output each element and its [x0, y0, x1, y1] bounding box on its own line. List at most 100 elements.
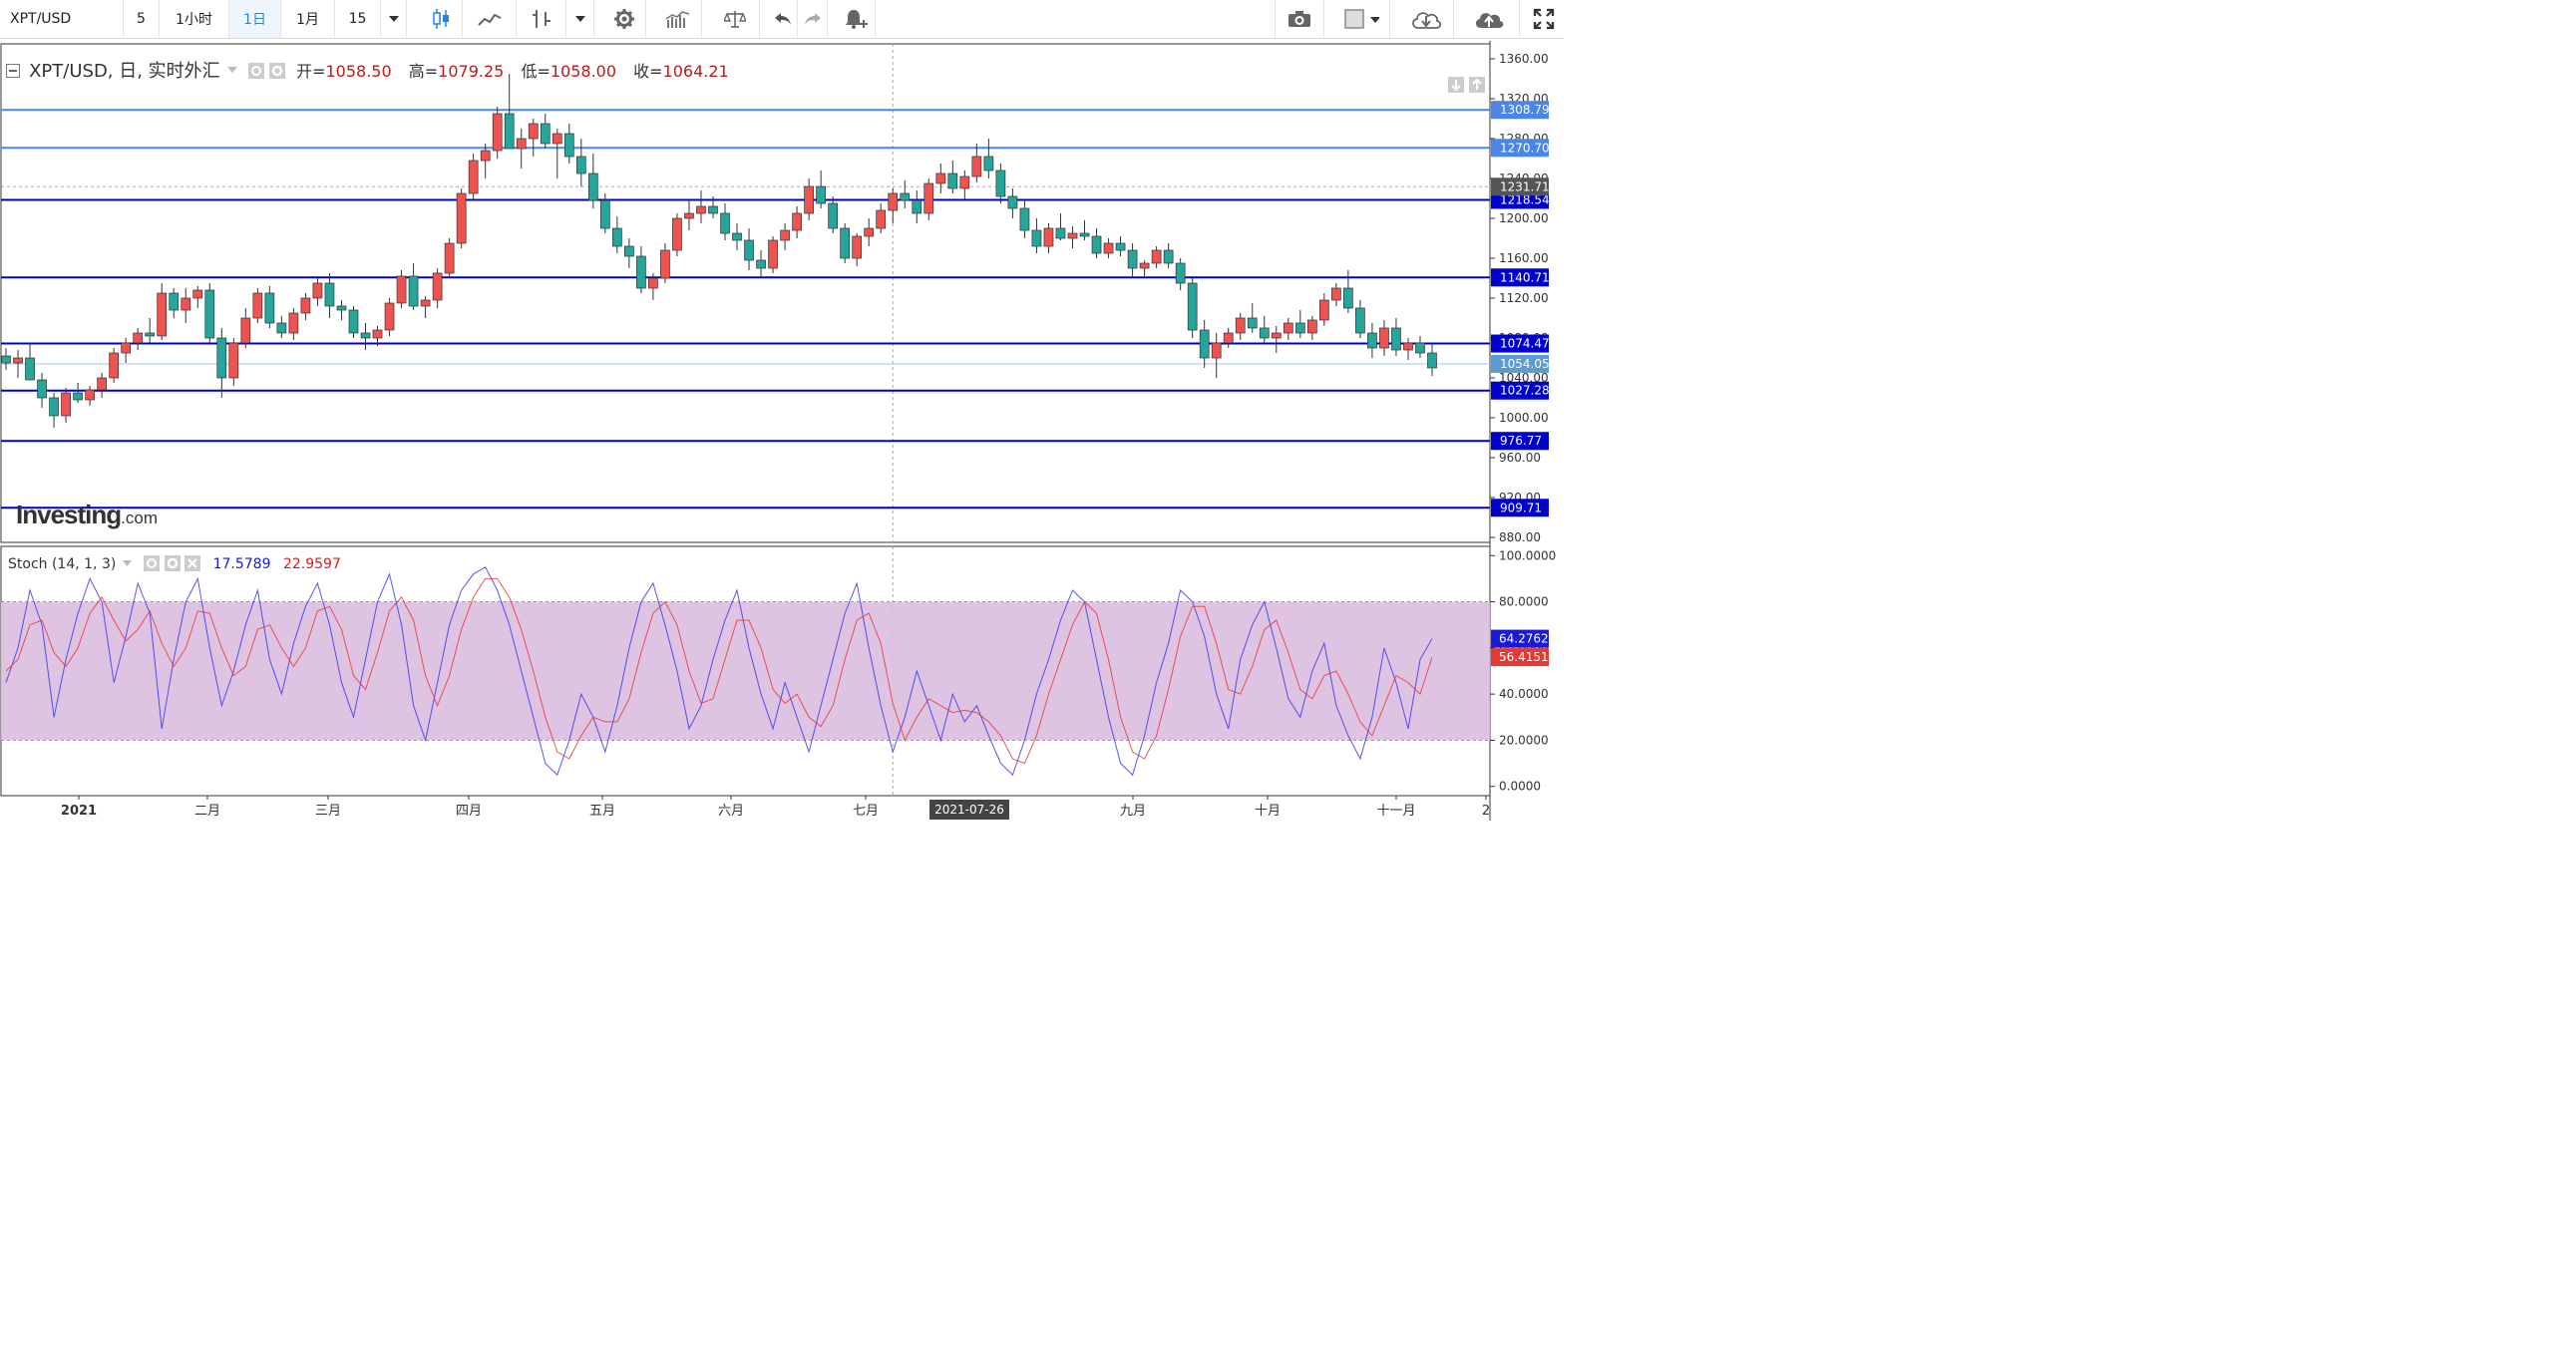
symbol-selector[interactable]: XPT/USD: [0, 0, 124, 38]
candle-body: [1379, 327, 1389, 349]
screenshot-button[interactable]: [1275, 0, 1324, 38]
x-axis-tick-label: 三月: [315, 804, 341, 819]
crosshair-date-label: 2021-07-26: [934, 803, 1004, 817]
level-price-label: 909.71: [1500, 501, 1542, 514]
price-axis-tick-label: 880.00: [1499, 530, 1541, 544]
candle-body: [612, 227, 622, 247]
interval-dropdown-button[interactable]: [381, 0, 407, 38]
cloud-download-button[interactable]: [1398, 0, 1454, 38]
candles-style-button[interactable]: [419, 0, 463, 38]
fullscreen-button[interactable]: [1524, 0, 1564, 38]
price-axis-tick-label: 1160.00: [1499, 251, 1549, 265]
stoch-d-last-label: 56.4151: [1499, 650, 1549, 664]
candle-body: [13, 357, 23, 364]
compare-button[interactable]: [710, 0, 760, 38]
candle-body: [192, 289, 203, 299]
interval-label: 1小时: [176, 12, 212, 28]
gear-icon[interactable]: [164, 555, 181, 571]
undo-button[interactable]: [768, 0, 798, 38]
interval-label: 1月: [296, 12, 319, 28]
undo-icon: [774, 13, 791, 25]
close-value: 1064.21: [662, 62, 729, 81]
interval-label: 1日: [243, 12, 266, 28]
alert-button[interactable]: [836, 0, 876, 38]
cloud-upload-button[interactable]: [1458, 0, 1520, 38]
eye-icon[interactable]: [144, 555, 161, 571]
stoch-axis-tick-label: 40.0000: [1499, 687, 1549, 701]
line-style-button[interactable]: [463, 0, 517, 38]
candle-body: [672, 217, 682, 251]
candle-body: [504, 113, 515, 150]
candle-body: [1187, 282, 1198, 331]
interval-1h[interactable]: 1小时: [160, 0, 229, 38]
scroll-down-icon[interactable]: [1448, 77, 1464, 93]
candle-body: [276, 322, 287, 334]
eye-icon[interactable]: [247, 63, 264, 79]
candle-body: [1367, 332, 1377, 349]
candle-body: [1355, 307, 1365, 334]
chart-area[interactable]: 880.00920.00960.001000.001040.001080.001…: [0, 41, 1564, 821]
x-axis-tick-label: 六月: [718, 804, 744, 819]
interval-1d[interactable]: 1日: [229, 0, 281, 38]
candle-body: [73, 392, 83, 401]
stoch-overbought-oversold-band: [1, 601, 1490, 741]
close-icon[interactable]: [184, 555, 201, 571]
candle-body: [85, 389, 95, 401]
chevron-down-icon[interactable]: [226, 67, 237, 73]
candle-body: [444, 242, 455, 274]
candle-body: [324, 282, 335, 307]
candle-body: [660, 249, 670, 279]
x-axis-tick-label: 七月: [853, 804, 879, 819]
redo-button[interactable]: [798, 0, 828, 38]
candle-body: [636, 255, 646, 289]
camera-icon: [1288, 11, 1310, 27]
interval-5[interactable]: 5: [124, 0, 160, 38]
interval-1mo[interactable]: 1月: [281, 0, 335, 38]
chart-style-dropdown-button[interactable]: [566, 0, 594, 38]
candle-body: [240, 317, 251, 344]
candle-body: [133, 332, 144, 344]
chevron-down-icon: [574, 16, 585, 22]
indicators-button[interactable]: [654, 0, 702, 38]
settings-button[interactable]: [602, 0, 646, 38]
candle-body: [1103, 242, 1114, 254]
candle-body: [888, 192, 899, 211]
candle-body: [1043, 227, 1054, 247]
layout-button[interactable]: [1332, 0, 1390, 38]
candle-body: [25, 357, 35, 381]
candle-body: [959, 175, 970, 189]
candle-body: [744, 239, 754, 261]
price-axis-tick-label: 1000.00: [1499, 411, 1549, 425]
low-value: 1058.00: [550, 62, 617, 81]
collapse-icon[interactable]: [6, 64, 20, 78]
open-value: 1058.50: [325, 62, 392, 81]
candle-body: [1427, 352, 1437, 369]
x-axis-tick-label: 2: [1482, 804, 1490, 819]
candles-icon: [432, 9, 449, 29]
candle-body: [1259, 327, 1270, 339]
bars-style-button[interactable]: [517, 0, 566, 38]
chart-canvas[interactable]: 880.00920.00960.001000.001040.001080.001…: [0, 41, 1564, 821]
candle-body: [528, 123, 539, 140]
high-label: 高=: [408, 62, 439, 81]
close-label: 收=: [633, 62, 663, 81]
candle-body: [1211, 342, 1222, 359]
candle-body: [1223, 332, 1234, 344]
balance-scale-icon: [723, 11, 746, 28]
stoch-k-last-label: 64.2762: [1499, 632, 1549, 646]
x-axis-tick-label: 十月: [1255, 804, 1281, 819]
level-price-label: 1027.28: [1500, 384, 1550, 398]
candle-body: [288, 312, 299, 334]
gear-icon[interactable]: [268, 63, 285, 79]
crosshair-price-label: 1231.71: [1500, 179, 1550, 193]
candle-body: [1391, 327, 1401, 351]
candle-body: [204, 289, 215, 339]
candle-body: [216, 337, 227, 379]
candle-body: [372, 329, 383, 339]
scroll-up-icon[interactable]: [1469, 77, 1486, 93]
candle-body: [1294, 322, 1305, 334]
interval-15[interactable]: 15: [335, 0, 381, 38]
chevron-down-icon[interactable]: [122, 560, 132, 566]
candle-body: [552, 133, 562, 145]
level-price-label: 1308.79: [1500, 103, 1550, 117]
